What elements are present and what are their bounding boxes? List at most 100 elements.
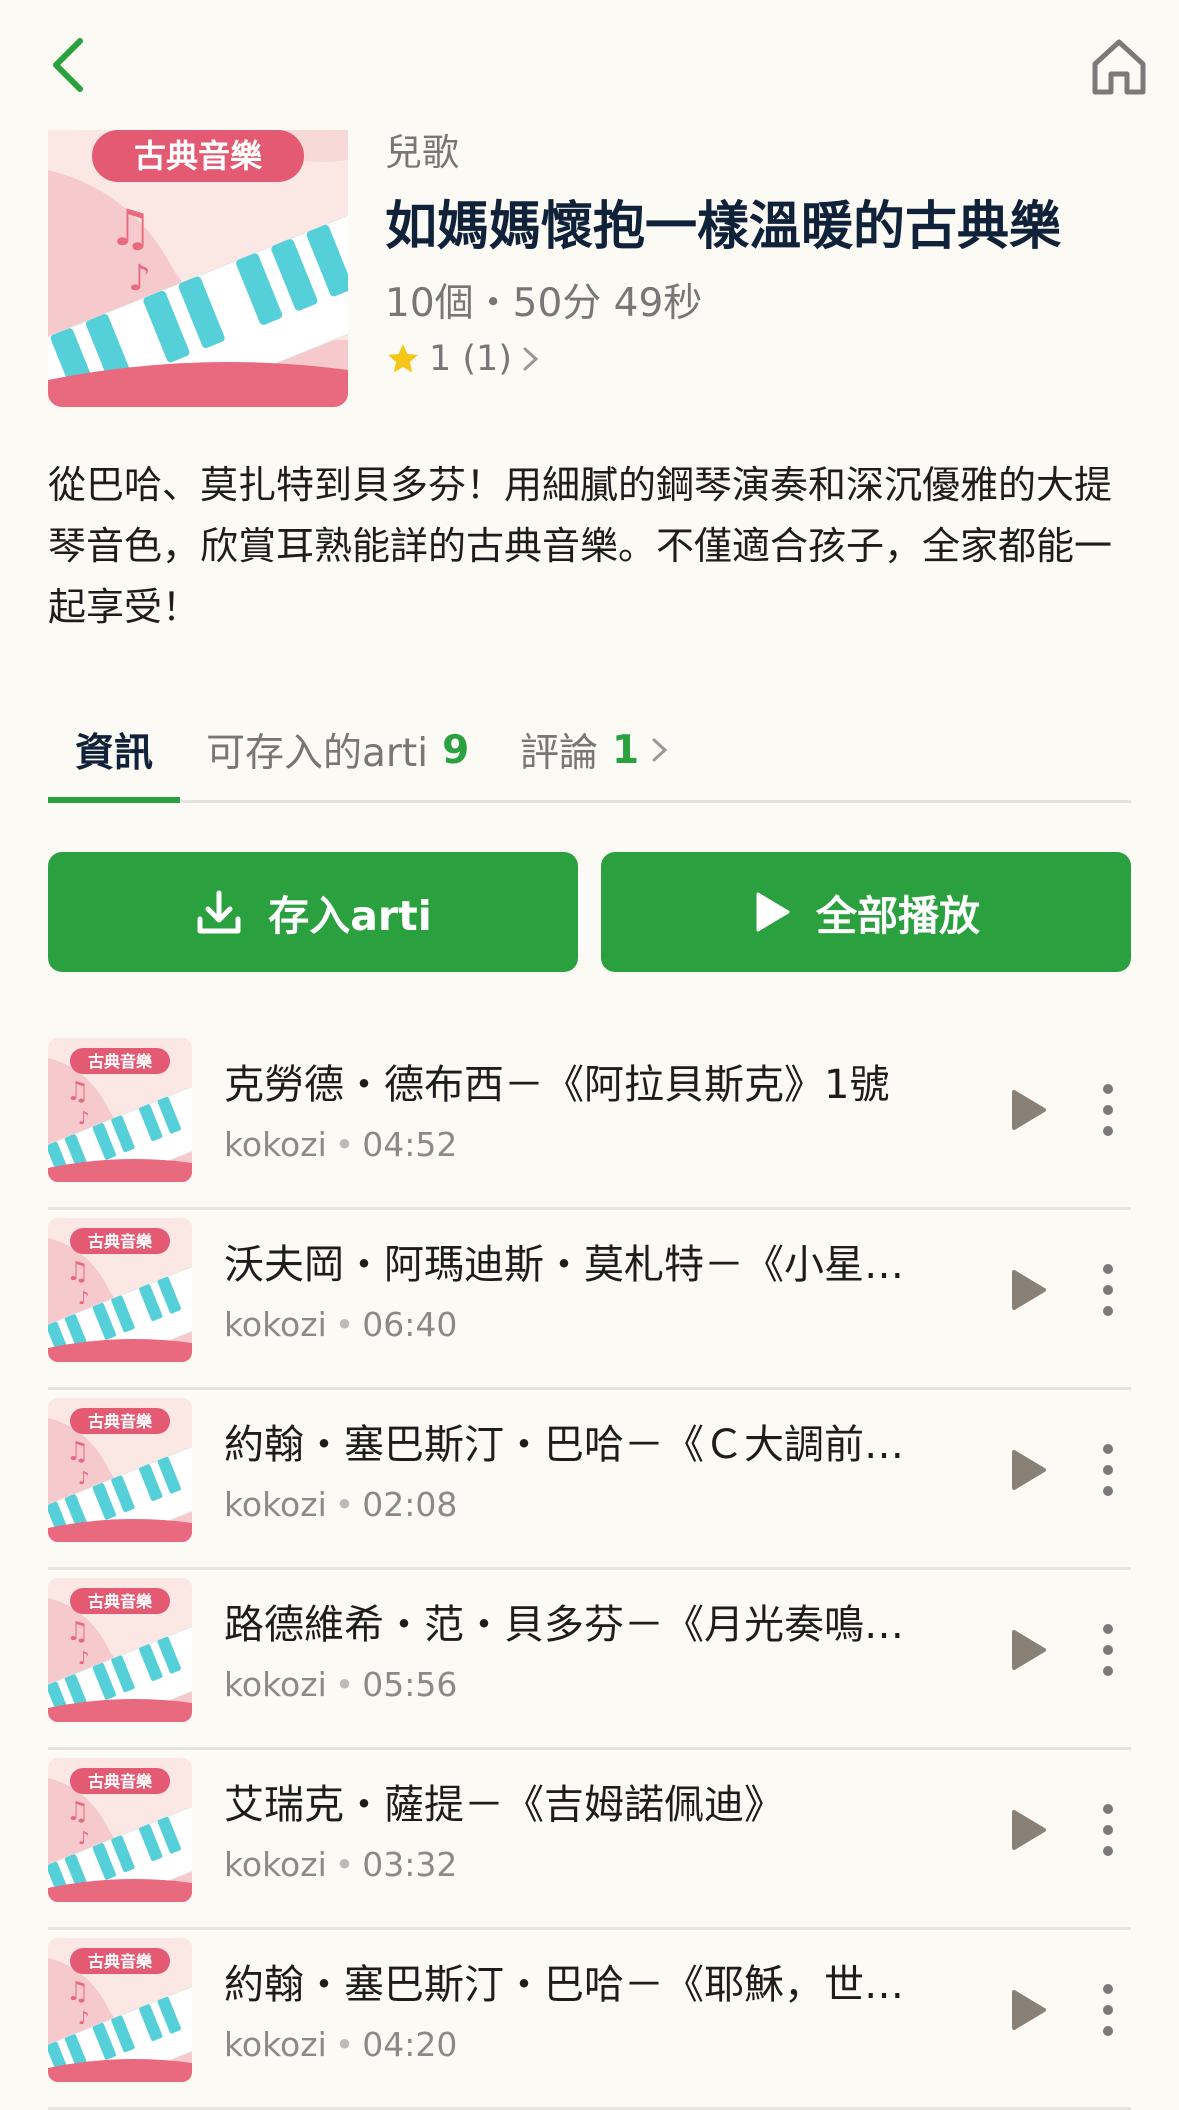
more-vertical-icon [1103, 1624, 1113, 1676]
track-artist: kokozi [224, 1485, 327, 1524]
play-all-button[interactable]: 全部播放 [601, 852, 1131, 972]
separator-dot: • [334, 1665, 355, 1704]
track-thumbnail: ♫ ♪ 古典音樂 [48, 1578, 192, 1722]
play-all-label: 全部播放 [816, 892, 980, 940]
track-more-button[interactable] [1088, 1795, 1128, 1865]
tab-saveable-arti-label: 可存入的arti [206, 731, 429, 776]
chevron-left-icon [53, 38, 83, 92]
track-artist: kokozi [224, 2025, 327, 2064]
separator-dot: • [334, 1485, 355, 1524]
svg-text:♫: ♫ [66, 1797, 89, 1827]
svg-text:♫: ♫ [108, 199, 153, 257]
track-subtitle: kokozi • 06:40 [224, 1302, 457, 1348]
more-vertical-icon [1103, 1804, 1113, 1856]
track-row[interactable]: ♫ ♪ 古典音樂 沃夫岡・阿瑪迪斯・莫札特－《小星… kokozi • 06:40 [48, 1210, 1131, 1390]
download-icon [197, 890, 241, 934]
svg-text:♫: ♫ [66, 1977, 89, 2007]
album-title: 如媽媽懷抱一樣溫暖的古典樂 [385, 197, 1062, 257]
tab-bar: 資訊 可存入的arti 9 評論 1 [48, 700, 1131, 803]
track-play-button[interactable] [998, 1440, 1058, 1500]
active-tab-indicator [48, 797, 180, 803]
separator-dot: • [334, 1125, 355, 1164]
track-more-button[interactable] [1088, 1975, 1128, 2045]
tab-saveable-arti[interactable]: 可存入的arti 9 [206, 700, 469, 800]
tab-info[interactable]: 資訊 [48, 700, 180, 803]
track-subtitle: kokozi • 04:52 [224, 1122, 457, 1168]
track-thumbnail: ♫ ♪ 古典音樂 [48, 1218, 192, 1362]
more-vertical-icon [1103, 1444, 1113, 1496]
track-play-button[interactable] [998, 1080, 1058, 1140]
separator-dot: • [334, 2025, 355, 2064]
track-row[interactable]: ♫ ♪ 古典音樂 約翰・塞巴斯汀・巴哈－《Ｃ大調前… kokozi • 02:08 [48, 1390, 1131, 1570]
star-icon [388, 344, 418, 373]
more-vertical-icon [1103, 1264, 1113, 1316]
track-title: 約翰・塞巴斯汀・巴哈－《耶穌，世… [224, 1962, 904, 2008]
play-icon [1012, 1270, 1046, 1310]
album-cover: ♫ ♪ 古典音樂 [48, 130, 348, 407]
home-icon [1092, 39, 1146, 95]
track-play-button[interactable] [998, 1260, 1058, 1320]
track-duration: 06:40 [362, 1305, 458, 1344]
track-play-button[interactable] [998, 1980, 1058, 2040]
track-row[interactable]: ♫ ♪ 古典音樂 艾瑞克・薩提－《吉姆諾佩迪》 kokozi • 03:32 [48, 1750, 1131, 1930]
more-vertical-icon [1103, 1984, 1113, 2036]
track-duration: 04:52 [362, 1125, 458, 1164]
svg-text:♪: ♪ [78, 1468, 90, 1489]
track-duration: 05:56 [362, 1665, 458, 1704]
track-row[interactable]: ♫ ♪ 古典音樂 約翰・塞巴斯汀・巴哈－《耶穌，世… kokozi • 04:20 [48, 1930, 1131, 2110]
rating-text: 1 (1) [429, 339, 512, 379]
play-icon [1012, 1090, 1046, 1130]
track-artist: kokozi [224, 1125, 327, 1164]
tab-reviews[interactable]: 評論 1 [520, 700, 671, 800]
track-duration: 03:32 [362, 1845, 458, 1884]
rating-link[interactable]: 1 (1) [385, 336, 1145, 382]
tab-info-label: 資訊 [74, 731, 153, 776]
track-artist: kokozi [224, 1665, 327, 1704]
save-to-arti-button[interactable]: 存入arti [48, 852, 578, 972]
track-subtitle: kokozi • 02:08 [224, 1482, 457, 1528]
track-row[interactable]: ♫ ♪ 古典音樂 路德維希・范・貝多芬－《月光奏鳴… kokozi • 05:56 [48, 1570, 1131, 1750]
thumbnail-label: 古典音樂 [88, 1052, 153, 1071]
svg-text:♪: ♪ [78, 1828, 90, 1849]
track-more-button[interactable] [1088, 1435, 1128, 1505]
thumbnail-label: 古典音樂 [88, 1412, 153, 1431]
home-button[interactable] [1083, 30, 1155, 102]
album-meta: 兒歌 如媽媽懷抱一樣溫暖的古典樂 10個・50分 49秒 1 (1) [385, 128, 1145, 382]
track-subtitle: kokozi • 04:20 [224, 2022, 457, 2068]
play-icon [756, 892, 790, 932]
track-title: 克勞德・德布西－《阿拉貝斯克》1號 [224, 1062, 890, 1108]
track-play-button[interactable] [998, 1620, 1058, 1680]
back-button[interactable] [38, 30, 98, 100]
play-icon [1012, 1450, 1046, 1490]
tab-reviews-label: 評論 [520, 731, 599, 776]
save-to-arti-label: 存入arti [268, 892, 432, 940]
track-more-button[interactable] [1088, 1615, 1128, 1685]
track-duration: 02:08 [362, 1485, 458, 1524]
top-bar [0, 0, 1179, 130]
track-more-button[interactable] [1088, 1075, 1128, 1145]
track-duration: 04:20 [362, 2025, 458, 2064]
thumbnail-label: 古典音樂 [88, 1772, 153, 1791]
track-more-button[interactable] [1088, 1255, 1128, 1325]
track-subtitle: kokozi • 03:32 [224, 1842, 457, 1888]
svg-text:♪: ♪ [78, 1288, 90, 1309]
play-icon [1012, 1630, 1046, 1670]
track-count-duration: 10個・50分 49秒 [385, 281, 703, 326]
play-icon [1012, 1810, 1046, 1850]
chevron-right-icon [652, 738, 668, 762]
separator-dot: • [334, 1845, 355, 1884]
track-thumbnail: ♫ ♪ 古典音樂 [48, 1398, 192, 1542]
svg-text:♫: ♫ [66, 1617, 89, 1647]
track-thumbnail: ♫ ♪ 古典音樂 [48, 1038, 192, 1182]
track-title: 約翰・塞巴斯汀・巴哈－《Ｃ大調前… [224, 1422, 904, 1468]
chevron-right-icon [523, 347, 539, 371]
track-title: 沃夫岡・阿瑪迪斯・莫札特－《小星… [224, 1242, 904, 1288]
track-artist: kokozi [224, 1305, 327, 1344]
track-thumbnail: ♫ ♪ 古典音樂 [48, 1938, 192, 2082]
track-row[interactable]: ♫ ♪ 古典音樂 克勞德・德布西－《阿拉貝斯克》1號 kokozi • 04:52 [48, 1030, 1131, 1210]
track-artist: kokozi [224, 1845, 327, 1884]
svg-text:♫: ♫ [66, 1257, 89, 1287]
thumbnail-label: 古典音樂 [88, 1232, 153, 1251]
track-play-button[interactable] [998, 1800, 1058, 1860]
tab-reviews-count: 1 [612, 727, 640, 773]
